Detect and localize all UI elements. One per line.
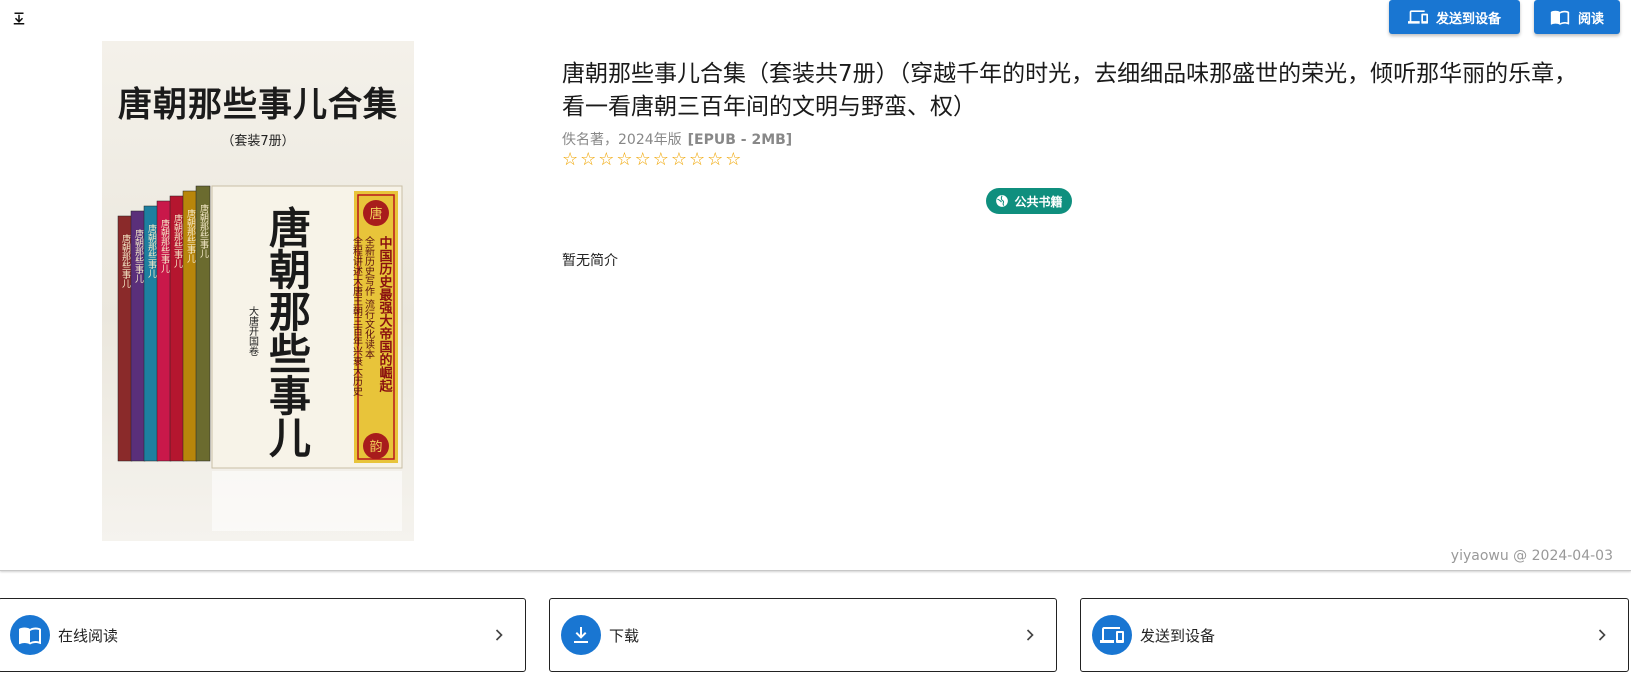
download-icon xyxy=(574,627,588,643)
public-book-badge[interactable]: 公共书籍 xyxy=(986,188,1072,214)
read-label: 阅读 xyxy=(1577,11,1604,27)
uploader-note: yiyaowu @ 2024-04-03 xyxy=(1450,548,1613,564)
book-title: 唐朝那些事儿合集（套装共7册）（穿越千年的时光，去细细品味那盛世的荣光，倾听那华… xyxy=(562,61,1578,120)
cover-spine-text: 唐朝那些事儿 xyxy=(185,208,196,264)
rating-star[interactable]: ☆ xyxy=(598,150,614,170)
rating-star[interactable]: ☆ xyxy=(725,150,741,170)
rating-star[interactable]: ☆ xyxy=(653,150,669,170)
cover-calligraphy: 唐朝那些事儿 xyxy=(263,205,312,458)
cover-spine-text: 唐朝那些事儿 xyxy=(198,203,209,259)
send-to-device-card[interactable]: 发送到设备 xyxy=(1080,598,1629,672)
download-label: 下载 xyxy=(609,626,640,645)
chevron-right-icon xyxy=(495,629,503,641)
devices-icon xyxy=(1407,10,1428,24)
devices-icon xyxy=(1100,627,1124,643)
download-icon[interactable] xyxy=(10,8,28,26)
book-open-icon xyxy=(19,627,41,645)
cover-spine-text: 唐朝那些事儿 xyxy=(133,228,144,284)
download-icon-circle xyxy=(561,615,601,655)
send-to-device-button[interactable]: 发送到设备 xyxy=(1389,0,1520,34)
rating-star[interactable]: ☆ xyxy=(707,150,723,170)
public-book-label: 公共书籍 xyxy=(1014,194,1063,209)
globe-icon xyxy=(996,195,1009,207)
rating-star[interactable]: ☆ xyxy=(635,150,651,170)
rating-star[interactable]: ☆ xyxy=(580,150,596,170)
read-online-card[interactable]: 在线阅读 xyxy=(0,598,526,672)
cover-seal-top: 唐 xyxy=(369,206,382,222)
rating-star[interactable]: ☆ xyxy=(671,150,687,170)
read-button[interactable]: 阅读 xyxy=(1534,0,1620,34)
send-to-device-icon-circle xyxy=(1092,615,1132,655)
book-author-year: 佚名著，2024年版 xyxy=(562,132,682,148)
cover-volume-label: 大唐开国卷 xyxy=(247,305,259,356)
cover-spine-text: 唐朝那些事儿 xyxy=(146,223,157,279)
download-card[interactable]: 下载 xyxy=(549,598,1057,672)
send-to-device-card-label: 发送到设备 xyxy=(1140,626,1216,645)
read-online-icon-circle xyxy=(10,615,50,655)
cover-side-line-3: 全程讲述大唐王朝三百年兴衰大历史 xyxy=(351,235,363,397)
cover-side-line-1: 中国历史最强大帝国的崛起 xyxy=(377,235,394,393)
book-open-icon xyxy=(1550,10,1570,25)
cover-side-line-2: 全新历史写作 流行文化读本 xyxy=(363,235,375,360)
book-detail-card: 发送到设备 阅读 唐朝那些事儿合集 （套装7册） 唐朝那些事儿 唐朝那些事儿 唐朝那… xyxy=(0,0,1631,571)
rating-star[interactable]: ☆ xyxy=(562,150,578,170)
book-format: [EPUB - 2MB] xyxy=(687,132,793,148)
read-online-label: 在线阅读 xyxy=(58,626,119,645)
rating-star[interactable]: ☆ xyxy=(689,150,705,170)
book-description: 暂无简介 xyxy=(562,253,618,269)
book-meta: 佚名著，2024年版 [EPUB - 2MB] xyxy=(562,129,792,149)
send-to-device-label: 发送到设备 xyxy=(1435,11,1501,27)
cover-seal-bottom: 韵 xyxy=(369,440,382,455)
rating-stars[interactable]: ☆ ☆ ☆ ☆ ☆ ☆ ☆ ☆ ☆ ☆ xyxy=(562,150,741,170)
cover-book-stack: 唐朝那些事儿 唐朝那些事儿 唐朝那些事儿 唐朝那些事儿 唐朝那些事儿 唐朝那些事儿 唐朝那些… xyxy=(117,185,403,531)
rating-star[interactable]: ☆ xyxy=(616,150,632,170)
cover-spine-text: 唐朝那些事儿 xyxy=(172,213,183,269)
cover-spine-text: 唐朝那些事儿 xyxy=(159,218,170,274)
cover-spine-text: 唐朝那些事儿 xyxy=(120,233,131,289)
book-cover[interactable]: 唐朝那些事儿合集 （套装7册） 唐朝那些事儿 唐朝那些事儿 唐朝那些事儿 唐朝那些事儿… xyxy=(102,41,414,541)
chevron-right-icon xyxy=(1598,629,1606,641)
chevron-right-icon xyxy=(1026,629,1034,641)
